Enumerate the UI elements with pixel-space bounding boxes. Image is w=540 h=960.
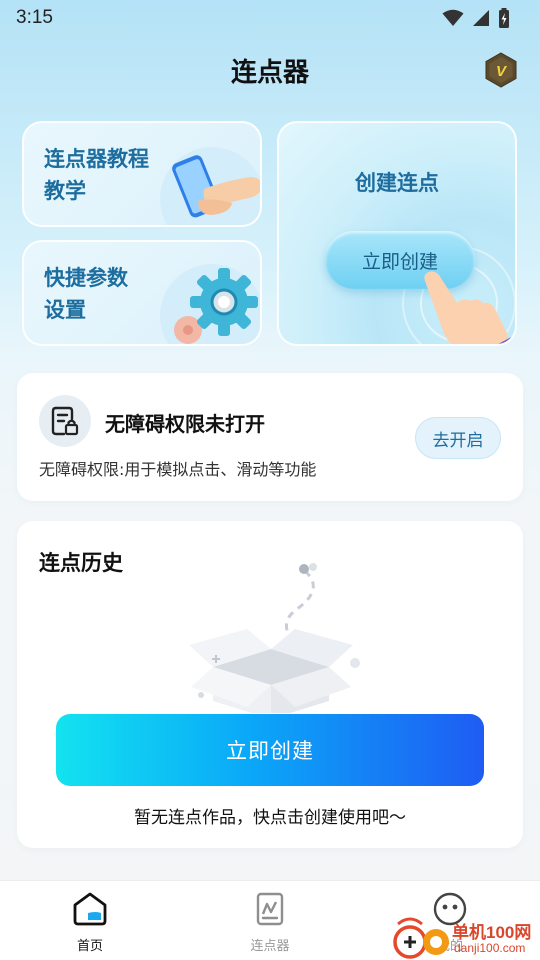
nav-label-home: 首页 — [76, 939, 103, 954]
nav-label-clicker: 连点器 — [250, 939, 290, 954]
site-watermark: 单机100网 danji100.com — [392, 916, 540, 960]
pointing-hand-icon — [424, 271, 515, 344]
battery-icon — [499, 8, 509, 28]
accessibility-title: 无障碍权限未打开 — [105, 412, 265, 436]
watermark-title: 单机100网 — [452, 923, 532, 942]
history-title: 连点历史 — [39, 551, 123, 575]
watermark-url: danji100.com — [454, 941, 526, 955]
go-open-button[interactable]: 去开启 — [415, 417, 501, 459]
wifi-icon — [442, 9, 464, 26]
params-card[interactable]: 快捷参数 设置 — [22, 240, 262, 346]
tutorial-card[interactable]: 连点器教程 教学 — [22, 121, 262, 227]
empty-history-text: 暂无连点作品，快点击创建使用吧～ — [134, 808, 406, 828]
home-icon — [73, 892, 107, 926]
app-header: 连点器 V — [0, 48, 540, 92]
document-lock-icon — [51, 406, 79, 436]
accessibility-icon-wrap — [39, 395, 91, 447]
vip-badge-icon[interactable]: V — [484, 52, 518, 88]
nav-item-home[interactable]: 首页 — [45, 891, 135, 957]
phone-hand-icon — [160, 147, 260, 225]
cell-signal-icon — [473, 10, 489, 26]
watermark-logo-icon — [393, 917, 449, 959]
nav-item-clicker[interactable]: 连点器 — [225, 891, 315, 957]
page-title: 连点器 — [230, 57, 309, 88]
create-card[interactable]: 创建连点 立即创建 — [277, 121, 517, 346]
gear-icon — [160, 264, 260, 344]
accessibility-description: 无障碍权限:用于模拟点击、滑动等功能 — [39, 460, 317, 479]
status-icons — [442, 8, 510, 28]
history-panel: 连点历史 立即创建 暂无连点作品，快点击创建使用吧～ — [17, 521, 523, 848]
accessibility-panel: 无障碍权限未打开 去开启 无障碍权限:用于模拟点击、滑动等功能 — [17, 373, 523, 501]
create-now-button[interactable]: 立即创建 — [56, 714, 484, 786]
status-time: 3:15 — [16, 7, 53, 28]
clicker-chart-icon — [256, 892, 284, 926]
create-card-title: 创建连点 — [355, 171, 439, 195]
empty-box-icon — [189, 563, 360, 713]
status-bar: 3:15 — [0, 0, 540, 36]
